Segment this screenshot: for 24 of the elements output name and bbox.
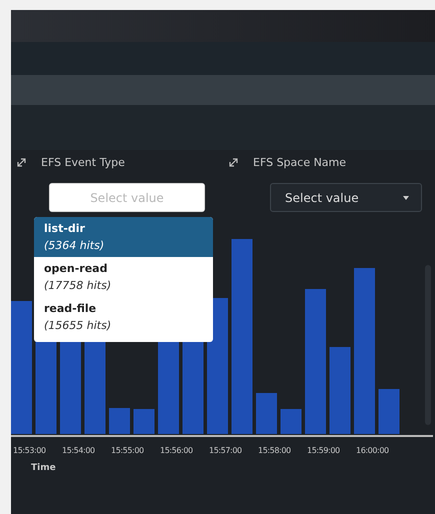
axis-tick-label: 15:59:00 bbox=[307, 446, 341, 455]
dropdown-option[interactable]: list-dir (5364 hits) bbox=[34, 217, 213, 257]
expand-icon[interactable] bbox=[17, 158, 26, 167]
select-field[interactable]: Select value bbox=[49, 183, 205, 212]
axis-tick-label: 15:54:00 bbox=[62, 446, 96, 455]
select-dropdown[interactable]: Select value bbox=[270, 183, 422, 212]
chart-bar bbox=[280, 409, 302, 434]
dropdown-option[interactable]: open-read (17758 hits) bbox=[34, 257, 213, 297]
axis-tick-label: 15:58:00 bbox=[258, 446, 292, 455]
caret-icon bbox=[403, 196, 409, 200]
axis-tick-label: 15:56:00 bbox=[160, 446, 194, 455]
axis-tick-label: 15:57:00 bbox=[209, 446, 243, 455]
chart-bar bbox=[109, 408, 130, 434]
expand-icon[interactable] bbox=[229, 158, 238, 167]
filter-label: EFS Space Name bbox=[253, 156, 346, 169]
filter-label: EFS Event Type bbox=[41, 156, 125, 169]
axis-tick-label: 15:53:00 bbox=[13, 446, 47, 455]
axis-tick-label: 15:55:00 bbox=[111, 446, 145, 455]
chart-bar bbox=[256, 393, 277, 434]
axis-tick-label: 16:00:00 bbox=[356, 446, 390, 455]
dropdown-option[interactable]: read-file (15655 hits) bbox=[34, 297, 213, 337]
chart-bar bbox=[378, 389, 400, 434]
chart-bar bbox=[134, 409, 154, 434]
axis-title: Time bbox=[31, 463, 57, 473]
